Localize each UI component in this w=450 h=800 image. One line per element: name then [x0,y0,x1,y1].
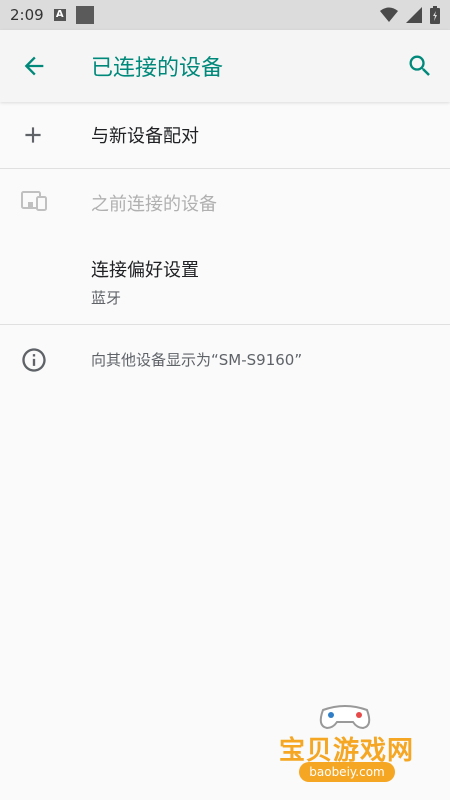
previously-connected-row[interactable]: 之前连接的设备 [0,169,450,235]
page-title: 已连接的设备 [91,56,224,81]
connection-preferences-row[interactable]: 连接偏好设置 蓝牙 [0,235,450,324]
back-arrow-icon[interactable] [20,52,48,80]
previously-connected-label: 之前连接的设备 [91,194,217,215]
visibility-info-row: 向其他设备显示为“SM-S9160” [0,325,450,395]
notification-square-icon [75,6,94,24]
pair-new-device-label: 与新设备配对 [91,126,199,147]
status-right [380,6,440,24]
app-bar: 已连接的设备 [0,30,450,102]
info-icon [22,348,46,372]
notification-a-icon: A [53,9,66,21]
battery-icon [430,6,440,24]
status-bar: 2:09 A [0,0,450,30]
visibility-info-text: 向其他设备显示为“SM-S9160” [91,351,303,369]
watermark-logo: 宝贝游戏网 baobeiy.com [275,700,425,795]
pair-new-device-row[interactable]: 与新设备配对 [0,102,450,168]
watermark-url: baobeiy.com [299,762,395,782]
gamepad-icon [319,705,371,730]
cell-signal-icon [406,7,422,23]
search-icon[interactable] [406,52,434,80]
plus-icon [25,127,41,143]
status-time: 2:09 [10,6,44,24]
wifi-icon [380,7,398,22]
status-left: 2:09 A [10,6,94,24]
connection-preferences-sub: 蓝牙 [91,289,122,307]
connection-preferences-label: 连接偏好设置 [91,260,199,281]
devices-icon [21,191,47,211]
